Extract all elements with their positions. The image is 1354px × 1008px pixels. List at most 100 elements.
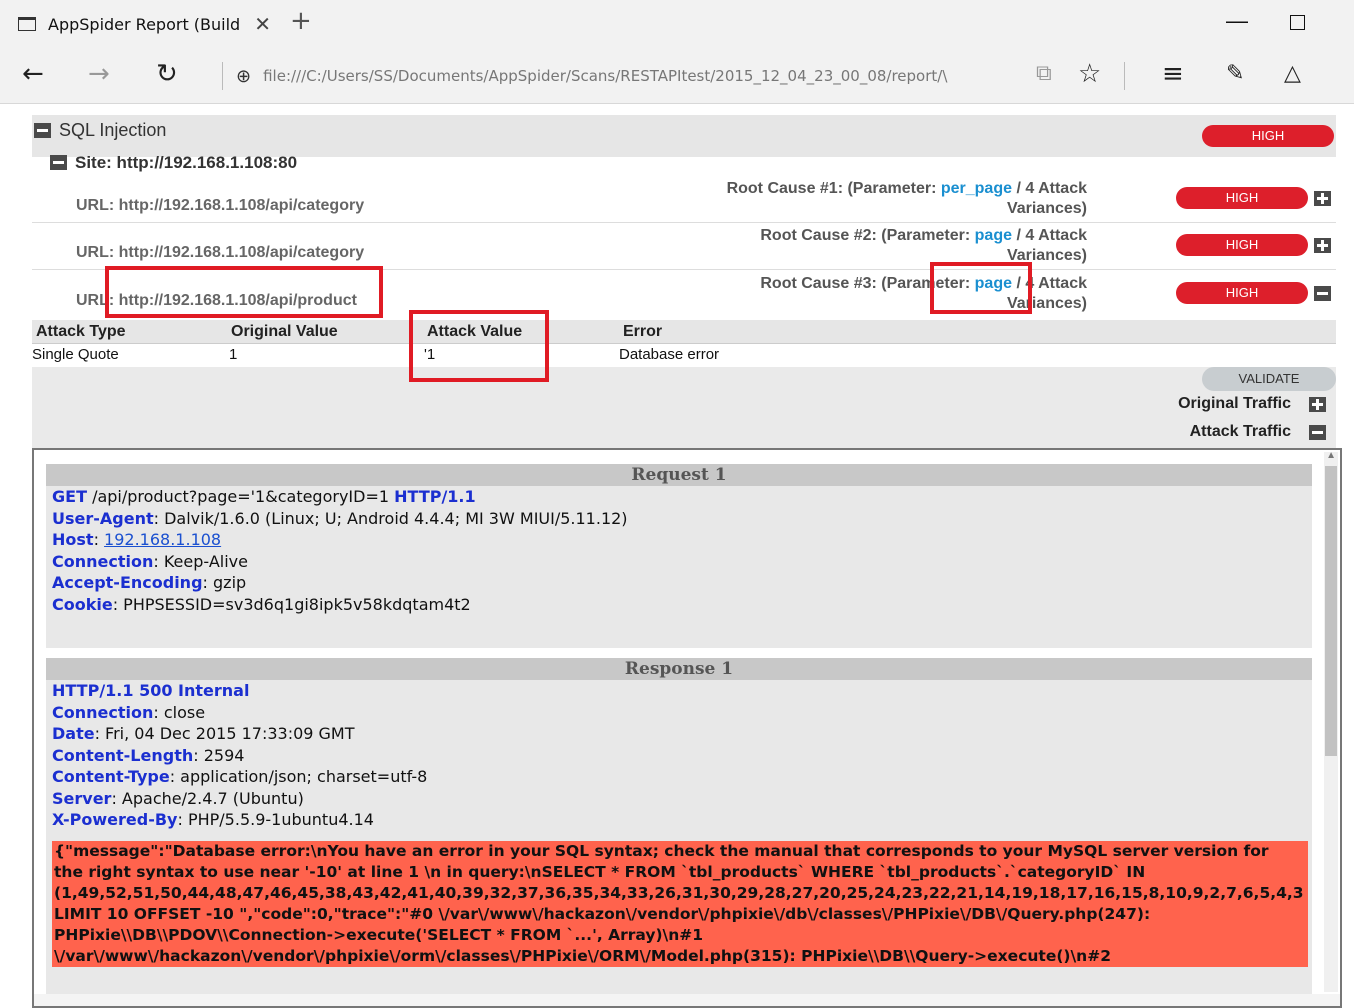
parameter-link[interactable]: page (975, 227, 1012, 244)
back-arrow-icon[interactable]: ← (22, 56, 44, 92)
severity-badge: HIGH (1176, 234, 1308, 256)
header-key: Connection (52, 702, 154, 722)
browser-tab[interactable]: AppSpider Report (Build ✕ (0, 0, 280, 48)
error-body-line: {"message":"Database error:\nYou have an… (54, 841, 1269, 860)
root-cause-prefix: Root Cause #1: (726, 180, 844, 197)
maximize-window-button[interactable] (1290, 15, 1305, 30)
collapse-icon[interactable] (1314, 286, 1331, 301)
header-key: User-Agent (52, 508, 154, 528)
header-line: Content-Length: 2594 (46, 745, 1312, 767)
url-label: URL: http://192.168.1.108/api/category (76, 197, 365, 214)
site-label: Site: http://192.168.1.108:80 (75, 153, 298, 172)
browser-tab-bar: AppSpider Report (Build ✕ + — (0, 0, 1354, 48)
expand-icon[interactable] (1309, 396, 1326, 412)
attack-table-header: Attack Type Original Value Attack Value … (32, 320, 1336, 344)
original-traffic-toggle[interactable]: Original Traffic (1178, 395, 1326, 413)
severity-badge: HIGH (1176, 187, 1308, 209)
page-icon (18, 17, 36, 31)
favorite-star-icon[interactable]: ☆ (1078, 56, 1101, 92)
root-cause-mid: (Parameter: (876, 227, 975, 244)
header-value: : close (153, 702, 206, 722)
root-cause-prefix: Root Cause #3: (760, 275, 877, 292)
header-line: Cookie: PHPSESSID=sv3d6q1gi8ipk5v58kdqta… (46, 594, 1312, 616)
nav-separator (1124, 62, 1125, 90)
header-line: Accept-Encoding: gzip (46, 572, 1312, 594)
scroll-up-arrow-icon[interactable]: ▲ (1326, 450, 1336, 461)
header-line: Content-Type: application/json; charset=… (46, 766, 1312, 788)
header-line: User-Agent: Dalvik/1.6.0 (Linux; U; Andr… (46, 508, 1312, 530)
error-body-line: (1,49,52,51,50,44,48,47,46,45,38,43,42,4… (54, 883, 1304, 902)
header-key: Cookie (52, 594, 113, 614)
table-cell: Database error (619, 346, 720, 363)
url-label: URL: http://192.168.1.108/api/category (76, 244, 365, 261)
scrollbar-thumb[interactable] (1325, 466, 1337, 756)
header-line: Date: Fri, 04 Dec 2015 17:33:09 GMT (46, 723, 1312, 745)
column-header: Original Value (231, 323, 338, 340)
attack-traffic-toggle[interactable]: Attack Traffic (1190, 423, 1326, 441)
header-line: Connection: close (46, 702, 1312, 724)
header-value: : Dalvik/1.6.0 (Linux; U; Android 4.4.4;… (153, 508, 628, 528)
header-key: Content-Type (52, 767, 170, 786)
traffic-panel[interactable]: Request 1 GET /api/product?page='1&categ… (32, 448, 1342, 1008)
http-protocol: HTTP/1.1 (394, 487, 476, 506)
minimize-window-button[interactable]: — (1226, 8, 1248, 34)
collapse-icon[interactable] (34, 123, 51, 138)
share-icon[interactable]: △ (1284, 56, 1301, 92)
header-key: Content-Length (52, 745, 194, 765)
request-line: GET /api/product?page='1&categoryID=1 HT… (46, 486, 1312, 508)
root-cause-prefix: Root Cause #2: (760, 227, 877, 244)
parameter-link[interactable]: per_page (941, 180, 1012, 197)
attack-table-row: Single Quote 1 '1 Database error (32, 343, 1336, 365)
url-row[interactable]: URL: http://192.168.1.108/api/category R… (32, 222, 1336, 270)
report-content: SQL Injection HIGH Site: http://192.168.… (0, 105, 1354, 1008)
tab-title: AppSpider Report (Build (48, 14, 241, 34)
reading-view-icon[interactable]: ⧉ (1036, 56, 1052, 92)
validate-button[interactable]: VALIDATE (1202, 367, 1336, 391)
refresh-icon[interactable]: ↻ (156, 56, 178, 92)
url-row[interactable]: URL: http://192.168.1.108/api/category R… (32, 175, 1336, 223)
header-line: X-Powered-By: PHP/5.5.9-1ubuntu4.14 (46, 809, 1312, 831)
hub-icon[interactable]: ≡ (1162, 56, 1184, 92)
table-cell: 1 (229, 346, 238, 363)
http-method: GET (52, 487, 87, 506)
highlight-box (930, 262, 1032, 314)
root-cause-line2: Variances) (1006, 200, 1087, 217)
web-note-icon[interactable]: ✎ (1226, 56, 1244, 92)
response-title: Response 1 (46, 658, 1312, 680)
http-status: HTTP/1.1 500 Internal (52, 681, 250, 700)
error-body-line: LIMIT 10 OFFSET -10 ","code":0,"trace":"… (54, 904, 1151, 923)
error-body-line: the right syntax to use near '-10' at li… (54, 862, 1146, 881)
header-value: : Fri, 04 Dec 2015 17:33:09 GMT (94, 724, 355, 743)
expand-icon[interactable] (1314, 238, 1331, 253)
root-cause: Root Cause #2: (Parameter: page / 4 Atta… (632, 226, 1087, 266)
horizontal-scrollbar[interactable] (34, 994, 1340, 1006)
collapse-icon[interactable] (50, 154, 67, 170)
new-tab-button[interactable]: + (290, 6, 312, 36)
status-line: HTTP/1.1 500 Internal (46, 680, 1312, 702)
host-link[interactable]: 192.168.1.108 (104, 530, 221, 549)
column-header: Error (623, 323, 663, 340)
request-block: Request 1 GET /api/product?page='1&categ… (46, 464, 1312, 648)
site-header[interactable]: Site: http://192.168.1.108:80 (50, 153, 297, 173)
header-key: Connection (52, 551, 154, 571)
request-title: Request 1 (46, 464, 1312, 486)
header-key: Server (52, 788, 112, 808)
root-cause-suffix: / 4 Attack (1012, 227, 1087, 244)
collapse-icon[interactable] (1309, 424, 1326, 440)
header-line: Host: 192.168.1.108 (52, 530, 222, 549)
column-header: Attack Type (36, 323, 126, 340)
header-value: : 2594 (193, 745, 245, 765)
address-bar[interactable]: ⊕ file:///C:/Users/SS/Documents/AppSpide… (236, 58, 1036, 94)
vulnerability-header[interactable]: SQL Injection HIGH (32, 115, 1336, 157)
address-url[interactable]: file:///C:/Users/SS/Documents/AppSpider/… (263, 67, 1023, 85)
header-key: Host (52, 530, 94, 549)
forward-arrow-icon[interactable]: → (88, 56, 110, 92)
nav-separator (222, 62, 223, 90)
tab-close-icon[interactable]: ✕ (254, 12, 271, 36)
error-body-line: \/var\/www\/hackazon\/vendor\/phpixie\/o… (54, 946, 1111, 965)
attack-traffic-label: Attack Traffic (1189, 423, 1291, 440)
root-cause-mid: (Parameter: (843, 180, 941, 197)
header-value: : PHP/5.5.9-1ubuntu4.14 (177, 810, 374, 829)
expand-icon[interactable] (1314, 191, 1331, 206)
header-key: Date (52, 724, 95, 743)
